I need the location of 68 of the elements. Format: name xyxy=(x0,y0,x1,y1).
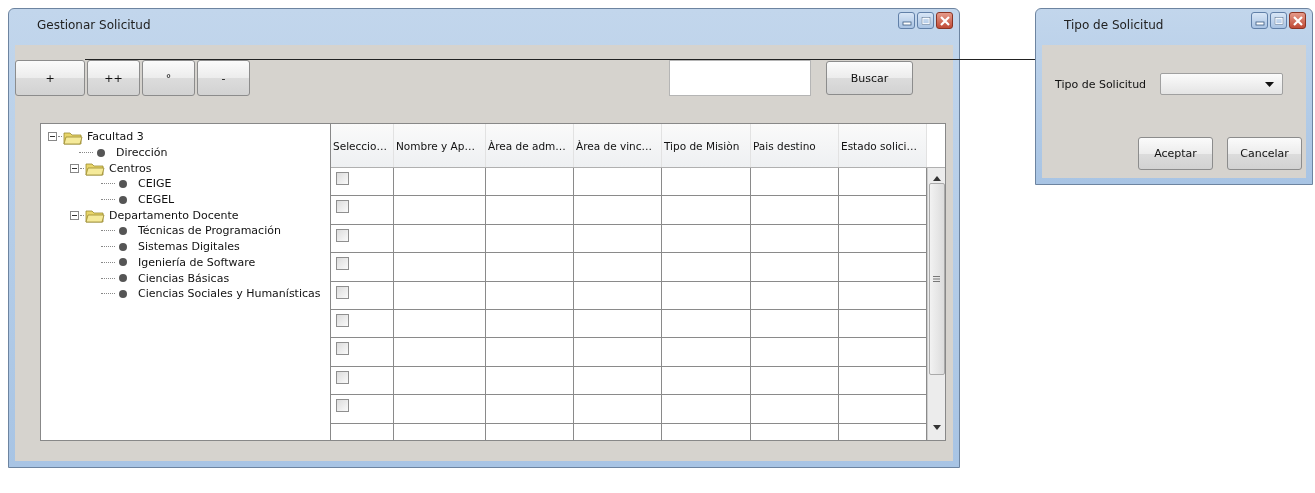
checkbox[interactable] xyxy=(336,399,349,413)
close-icon xyxy=(939,15,950,26)
toolbar-button[interactable]: - xyxy=(197,60,250,96)
tree-item[interactable]: Ciencias Sociales y Humanísticas xyxy=(136,287,321,301)
minimize-button[interactable] xyxy=(898,12,915,29)
tree-item[interactable]: Dirección xyxy=(114,146,168,160)
tree-item[interactable]: Facultad 3 xyxy=(85,130,144,144)
dropdown-field[interactable] xyxy=(1160,73,1283,95)
bullet-icon xyxy=(118,194,128,205)
column-header[interactable]: Estado solici… xyxy=(839,124,927,167)
checkbox[interactable] xyxy=(336,257,349,271)
checkbox[interactable] xyxy=(336,200,349,214)
toolbar-button[interactable]: ° xyxy=(142,60,195,96)
folder-icon xyxy=(85,207,105,224)
column-header[interactable]: Àrea de adm… xyxy=(486,124,574,167)
collapse-toggle[interactable] xyxy=(70,163,79,173)
maximize-button[interactable] xyxy=(1270,12,1287,29)
tree-item[interactable]: CEGEL xyxy=(136,193,175,207)
window-title: Tipo de Solicitud xyxy=(1064,18,1164,32)
bullet-icon xyxy=(118,273,128,284)
tree-item[interactable]: Igeniería de Software xyxy=(136,255,256,269)
maximize-icon xyxy=(920,15,931,26)
tree-item[interactable]: Centros xyxy=(107,161,152,175)
checkbox[interactable] xyxy=(336,285,349,299)
column-header[interactable]: Seleccio… xyxy=(331,124,394,167)
folder-icon xyxy=(85,160,105,177)
close-icon xyxy=(1292,15,1303,26)
tree-item[interactable]: CEIGE xyxy=(136,177,172,191)
tree-item[interactable]: Departamento Docente xyxy=(107,208,239,222)
checkbox[interactable] xyxy=(336,342,349,356)
minimize-button[interactable] xyxy=(1251,12,1268,29)
scrollbar[interactable] xyxy=(927,168,945,440)
scroll-up-icon xyxy=(932,176,941,181)
tree-item[interactable]: Técnicas de Programación xyxy=(136,224,281,238)
toolbar-button[interactable]: ++ xyxy=(87,60,140,96)
collapse-toggle[interactable] xyxy=(48,132,57,142)
bullet-icon xyxy=(118,288,128,299)
bullet-icon xyxy=(96,147,106,158)
scroll-thumb[interactable] xyxy=(928,183,945,375)
column-header[interactable]: Pais destino xyxy=(751,124,839,167)
column-header[interactable]: Nombre y Ap… xyxy=(394,124,486,167)
bullet-icon xyxy=(118,225,128,236)
column-header[interactable]: Tipo de Misiòn xyxy=(662,124,751,167)
dialog-button[interactable]: Aceptar xyxy=(1138,137,1213,170)
bullet-icon xyxy=(118,241,128,252)
search-field[interactable] xyxy=(669,60,811,96)
bullet-icon xyxy=(118,257,128,268)
field-label: Tipo de Solicitud xyxy=(1055,77,1148,91)
close-button[interactable] xyxy=(1289,12,1306,29)
checkbox[interactable] xyxy=(336,172,349,185)
scroll-down-icon xyxy=(932,425,941,430)
caret-icon xyxy=(1265,81,1274,87)
close-button[interactable] xyxy=(936,12,953,29)
collapse-toggle[interactable] xyxy=(70,210,79,220)
checkbox[interactable] xyxy=(336,370,349,384)
checkbox[interactable] xyxy=(336,228,349,242)
column-header[interactable]: Àrea de vinc… xyxy=(574,124,662,167)
maximize-button[interactable] xyxy=(917,12,934,29)
search-button[interactable]: Buscar xyxy=(826,61,913,95)
toolbar-button[interactable]: + xyxy=(15,60,85,96)
tree-item[interactable]: Ciencias Básicas xyxy=(136,271,230,285)
maximize-icon xyxy=(1273,15,1284,26)
grip-icon xyxy=(933,276,940,282)
dialog-button[interactable]: Cancelar xyxy=(1227,137,1302,170)
window-title: Gestionar Solicitud xyxy=(37,18,151,32)
checkbox[interactable] xyxy=(336,313,349,327)
tree-item[interactable]: Sistemas Digitales xyxy=(136,240,240,254)
bullet-icon xyxy=(118,178,128,189)
